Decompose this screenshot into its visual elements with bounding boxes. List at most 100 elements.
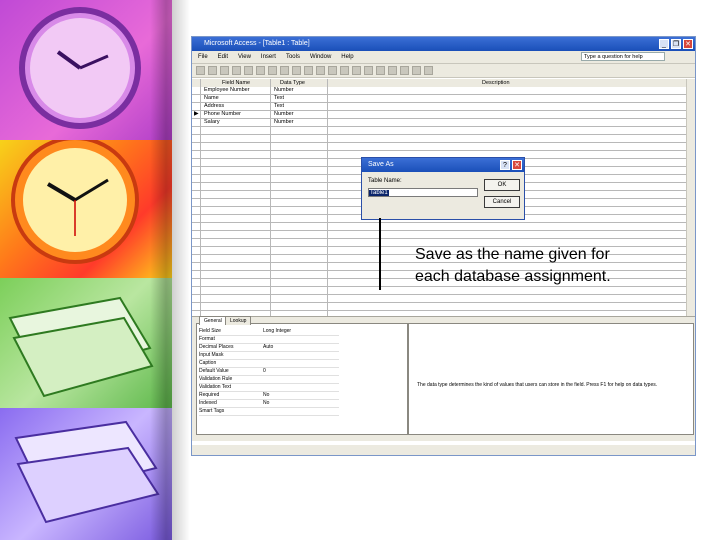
empty-table-row[interactable] [192, 303, 687, 311]
property-value[interactable]: Auto [263, 344, 273, 351]
property-row[interactable]: Format [199, 336, 339, 344]
data-type-cell[interactable]: Number [274, 87, 294, 94]
table-row[interactable]: ▶ Phone Number Number [192, 111, 687, 119]
property-value[interactable]: 0 [263, 368, 266, 375]
empty-table-row[interactable] [192, 231, 687, 239]
restore-button[interactable]: ❐ [671, 39, 681, 49]
menu-window[interactable]: Window [310, 51, 331, 63]
menu-bar: File Edit View Insert Tools Window Help … [192, 51, 695, 64]
data-type-cell[interactable]: Text [274, 95, 284, 102]
empty-table-row[interactable] [192, 223, 687, 231]
field-name-cell[interactable]: Name [204, 95, 219, 102]
field-name-cell[interactable]: Employee Number [204, 87, 250, 94]
insert-rows-icon[interactable] [352, 66, 361, 75]
purple-papers-image [0, 408, 172, 540]
tab-lookup[interactable]: Lookup [225, 316, 252, 325]
dialog-titlebar: Save As ? ✕ [362, 158, 524, 172]
table-name-label: Table Name: [368, 178, 402, 184]
property-row[interactable]: Input Mask [199, 352, 339, 360]
papers-icon [8, 296, 154, 398]
preview-icon[interactable] [244, 66, 253, 75]
property-row[interactable]: Indexed No [199, 400, 339, 408]
cancel-button[interactable]: Cancel [484, 196, 520, 208]
table-name-value[interactable]: Table1 [369, 190, 389, 196]
database-window-icon[interactable] [400, 66, 409, 75]
table-row[interactable]: Employee Number Number [192, 87, 687, 95]
view-icon[interactable] [196, 66, 205, 75]
menu-help[interactable]: Help [341, 51, 353, 63]
table-row[interactable]: Address Text [192, 103, 687, 111]
property-row[interactable]: Required No [199, 392, 339, 400]
clock-icon [11, 136, 139, 264]
property-label: Input Mask [199, 352, 224, 358]
data-type-cell[interactable]: Text [274, 103, 284, 110]
dialog-close-button[interactable]: ✕ [512, 160, 522, 170]
callout-text: Save as the name given for each database… [415, 246, 611, 285]
empty-table-row[interactable] [192, 135, 687, 143]
data-type-cell[interactable]: Number [274, 119, 294, 126]
empty-table-row[interactable] [192, 287, 687, 295]
empty-table-row[interactable] [192, 127, 687, 135]
property-label: Field Size [199, 328, 221, 334]
help-button[interactable]: ? [500, 160, 510, 170]
property-value[interactable]: Long Integer [263, 328, 291, 335]
new-object-icon[interactable] [412, 66, 421, 75]
help-icon[interactable] [424, 66, 433, 75]
data-type-cell[interactable]: Number [274, 111, 294, 118]
menu-view[interactable]: View [238, 51, 251, 63]
property-row[interactable]: Validation Text [199, 384, 339, 392]
spelling-icon[interactable] [256, 66, 265, 75]
search-icon[interactable] [220, 66, 229, 75]
redo-icon[interactable] [316, 66, 325, 75]
print-icon[interactable] [232, 66, 241, 75]
indexes-icon[interactable] [340, 66, 349, 75]
vertical-scrollbar[interactable] [686, 79, 695, 337]
copy-icon[interactable] [280, 66, 289, 75]
property-row[interactable]: Caption [199, 360, 339, 368]
close-button[interactable]: ✕ [683, 39, 693, 49]
cut-icon[interactable] [268, 66, 277, 75]
menu-edit[interactable]: Edit [218, 51, 228, 63]
paste-icon[interactable] [292, 66, 301, 75]
property-label: Caption [199, 360, 217, 366]
property-label: Default Value [199, 368, 229, 374]
menu-tools[interactable]: Tools [286, 51, 300, 63]
window-title: Microsoft Access - [Table1 : Table] [204, 40, 310, 47]
save-as-dialog: Save As ? ✕ Table Name: Table1 OK Cancel [361, 157, 525, 220]
minimize-button[interactable]: _ [659, 39, 669, 49]
field-name-cell[interactable]: Salary [204, 119, 220, 126]
purple-clock-image [0, 0, 172, 140]
field-name-cell[interactable]: Address [204, 103, 224, 110]
undo-icon[interactable] [304, 66, 313, 75]
properties-icon[interactable] [376, 66, 385, 75]
property-row[interactable]: Field Size Long Integer [199, 328, 339, 336]
property-label: Smart Tags [199, 408, 225, 414]
property-label: Validation Text [199, 384, 232, 390]
property-row[interactable]: Smart Tags [199, 408, 339, 416]
field-properties-pane: General Lookup Field Size Long Integer For… [192, 316, 695, 441]
table-name-input[interactable]: Table1 [368, 188, 478, 197]
delete-rows-icon[interactable] [364, 66, 373, 75]
ask-question-input[interactable]: Type a question for help [581, 52, 665, 61]
menu-file[interactable]: File [198, 51, 208, 63]
property-row[interactable]: Validation Rule [199, 376, 339, 384]
col-data-type: Data Type [280, 80, 305, 86]
property-value[interactable]: No [263, 392, 269, 399]
orange-clock-image [0, 136, 172, 278]
empty-table-row[interactable] [192, 143, 687, 151]
primary-key-icon[interactable] [328, 66, 337, 75]
grid-divider [270, 79, 271, 337]
table-row[interactable]: Salary Number [192, 119, 687, 127]
save-icon[interactable] [208, 66, 217, 75]
tab-general[interactable]: General [199, 316, 227, 325]
field-name-cell[interactable]: Phone Number [204, 111, 241, 118]
property-row[interactable]: Decimal Places Auto [199, 344, 339, 352]
empty-table-row[interactable] [192, 295, 687, 303]
property-row[interactable]: Default Value 0 [199, 368, 339, 376]
ok-button[interactable]: OK [484, 179, 520, 191]
grid-header: Field Name Data Type Description [192, 79, 687, 87]
menu-insert[interactable]: Insert [261, 51, 276, 63]
property-value[interactable]: No [263, 400, 269, 407]
table-row[interactable]: Name Text [192, 95, 687, 103]
build-icon[interactable] [388, 66, 397, 75]
